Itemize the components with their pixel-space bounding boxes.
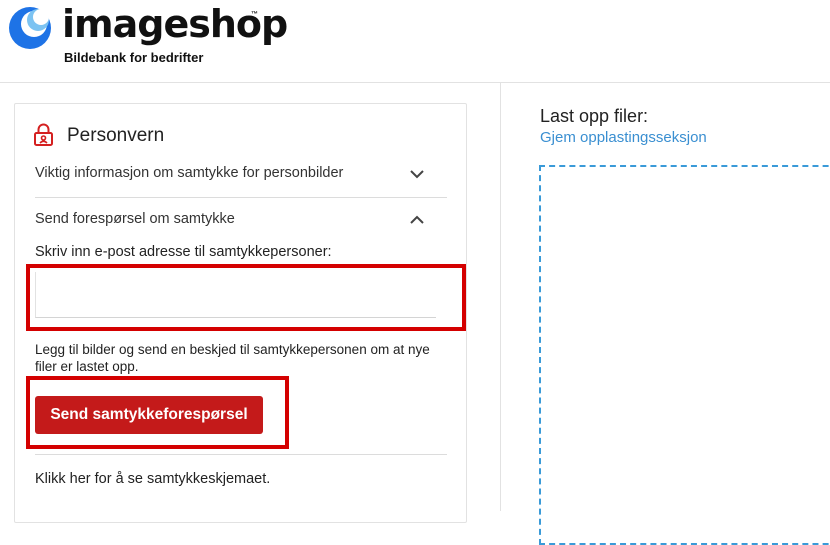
column-divider <box>500 83 501 511</box>
chevron-up-icon <box>410 215 424 224</box>
send-consent-request-button[interactable]: Send samtykkeforespørsel <box>35 396 263 434</box>
chevron-down-icon <box>410 170 424 179</box>
divider <box>35 454 447 455</box>
accordion-label: Viktig informasjon om samtykke for perso… <box>35 165 344 181</box>
help-text: Legg til bilder og send en beskjed til s… <box>35 342 430 374</box>
logo-tagline: Bildebank for bedrifter <box>64 50 204 65</box>
consent-form-link[interactable]: Klikk her for å se samtykkeskjemaet. <box>35 471 270 487</box>
upload-title: Last opp filer: <box>540 106 649 126</box>
lock-icon <box>34 123 53 146</box>
email-field[interactable] <box>35 272 436 318</box>
accordion-consent-info[interactable]: Viktig informasjon om samtykke for perso… <box>35 151 447 198</box>
site-header: imageshop ™ Bildebank for bedrifter <box>0 0 830 83</box>
logo-trademark: ™ <box>251 11 258 18</box>
email-field-label: Skriv inn e-post adresse til samtykkeper… <box>35 244 332 260</box>
imageshop-logo-icon[interactable] <box>8 6 52 50</box>
panel-title: Personvern <box>67 125 165 146</box>
upload-dropzone[interactable] <box>539 165 830 545</box>
accordion-label: Send forespørsel om samtykke <box>35 211 235 227</box>
hide-upload-link[interactable]: Gjem opplastingsseksjon <box>540 129 707 146</box>
logo-wordmark[interactable]: imageshop <box>62 2 288 46</box>
accordion-send-request[interactable]: Send forespørsel om samtykke <box>35 197 447 243</box>
